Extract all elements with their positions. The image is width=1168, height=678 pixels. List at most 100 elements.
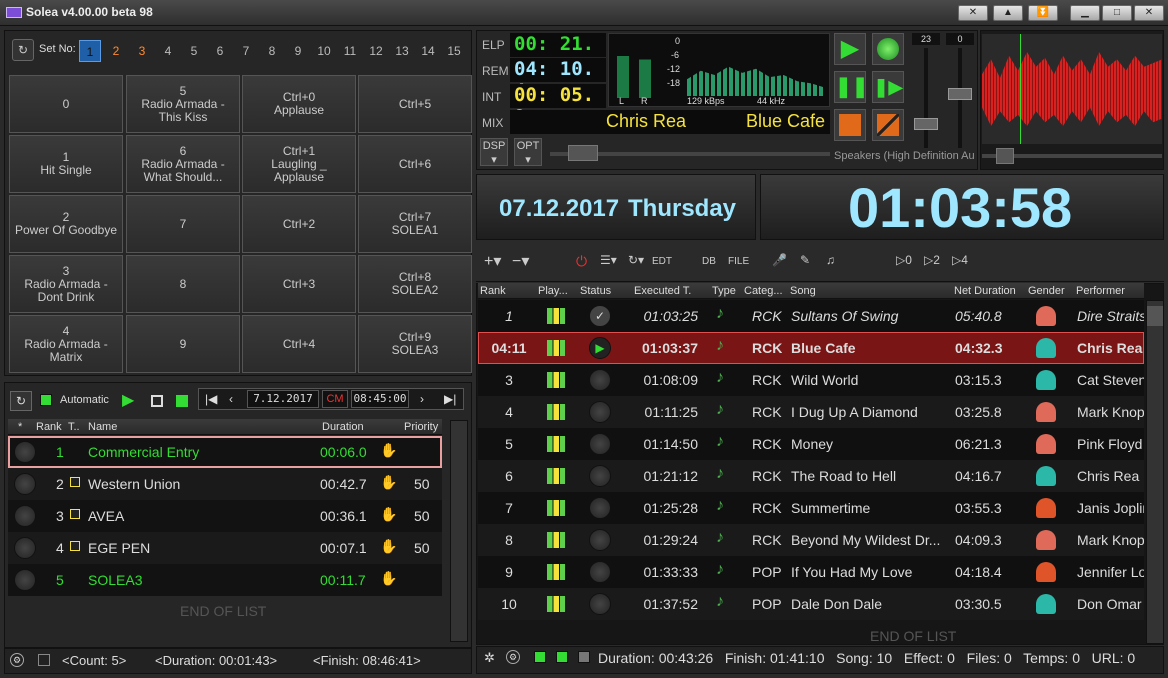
cart-cell[interactable]: 4 Radio Armada - Matrix bbox=[9, 315, 123, 373]
play-icon[interactable]: ▶ bbox=[122, 390, 134, 410]
dsp-button[interactable]: DSP ▾ bbox=[480, 138, 508, 166]
cart-cell[interactable]: 0 bbox=[9, 75, 123, 133]
pl-toggle-2[interactable] bbox=[556, 651, 568, 663]
refresh-icon[interactable]: ↻ bbox=[12, 39, 34, 61]
hand-icon[interactable]: ✋ bbox=[380, 570, 397, 587]
pen-icon[interactable]: ✎ bbox=[800, 253, 810, 273]
stop-icon[interactable] bbox=[151, 395, 163, 407]
loop-icon[interactable]: ↻▾ bbox=[628, 253, 644, 273]
cart-cell[interactable]: 6 Radio Armada - What Should... bbox=[126, 135, 240, 193]
pl-song[interactable]: I Dug Up A Diamond bbox=[791, 404, 951, 420]
set-button-9[interactable]: 9 bbox=[287, 40, 309, 62]
pl-song[interactable]: If You Had My Love bbox=[791, 564, 951, 580]
hand-icon[interactable]: ✋ bbox=[380, 442, 397, 459]
pl-song[interactable]: The Road to Hell bbox=[791, 468, 951, 484]
file-button[interactable]: FILE bbox=[728, 256, 749, 276]
list-icon[interactable]: ☰▾ bbox=[600, 253, 617, 273]
close-button[interactable]: ✕ bbox=[1134, 5, 1164, 21]
pin-icon[interactable]: ✲ bbox=[484, 650, 495, 666]
set-button-4[interactable]: 4 bbox=[157, 40, 179, 62]
add-icon[interactable]: +▾ bbox=[484, 251, 501, 271]
last-icon[interactable]: ▶| bbox=[444, 392, 456, 406]
cart-cell[interactable]: Ctrl+3 bbox=[242, 255, 356, 313]
set-button-1[interactable]: 1 bbox=[79, 40, 101, 62]
schedule-row[interactable] bbox=[8, 436, 442, 468]
cart-cell[interactable]: Ctrl+5 bbox=[358, 75, 472, 133]
opt-button[interactable]: OPT ▾ bbox=[514, 138, 542, 166]
pl-toggle-3[interactable] bbox=[578, 651, 590, 663]
cm-badge[interactable]: CM bbox=[322, 390, 348, 408]
sched-refresh-icon[interactable]: ↻ bbox=[10, 391, 32, 411]
set-button-5[interactable]: 5 bbox=[183, 40, 205, 62]
pl-song[interactable]: Beyond My Wildest Dr... bbox=[791, 532, 951, 548]
edt-button[interactable]: EDT bbox=[652, 256, 672, 276]
set-button-15[interactable]: 15 bbox=[443, 40, 465, 62]
first-icon[interactable]: |◀ bbox=[205, 392, 217, 406]
cart-cell[interactable]: Ctrl+6 bbox=[358, 135, 472, 193]
music-add-icon[interactable]: ♫ bbox=[826, 253, 835, 273]
cart-cell[interactable]: 7 bbox=[126, 195, 240, 253]
minimize-button[interactable]: ▁ bbox=[1070, 5, 1100, 21]
set-button-13[interactable]: 13 bbox=[391, 40, 413, 62]
set-button-2[interactable]: 2 bbox=[105, 40, 127, 62]
volume-handle[interactable] bbox=[996, 148, 1014, 164]
deck2-icon[interactable]: ▷2 bbox=[924, 253, 940, 273]
cart-cell[interactable]: 3 Radio Armada - Dont Drink bbox=[9, 255, 123, 313]
set-button-10[interactable]: 10 bbox=[313, 40, 335, 62]
footer-checkbox[interactable] bbox=[38, 654, 50, 666]
pl-settings-icon[interactable]: ⚙ bbox=[506, 650, 520, 664]
set-button-6[interactable]: 6 bbox=[209, 40, 231, 62]
cart-cell[interactable]: 8 bbox=[126, 255, 240, 313]
set-button-3[interactable]: 3 bbox=[131, 40, 153, 62]
maximize-button[interactable]: □ bbox=[1102, 5, 1132, 21]
cart-cell[interactable]: Ctrl+7 SOLEA1 bbox=[358, 195, 472, 253]
sched-scrollbar[interactable] bbox=[450, 420, 468, 642]
remove-icon[interactable]: −▾ bbox=[512, 251, 529, 271]
restore-layout-button[interactable]: ✕ bbox=[958, 5, 988, 21]
cart-cell[interactable]: Ctrl+1 Laugling _ Applause bbox=[242, 135, 356, 193]
set-button-8[interactable]: 8 bbox=[261, 40, 283, 62]
pl-song[interactable]: Sultans Of Swing bbox=[791, 308, 951, 324]
set-button-7[interactable]: 7 bbox=[235, 40, 257, 62]
hand-icon[interactable]: ✋ bbox=[380, 506, 397, 523]
pl-song[interactable]: Summertime bbox=[791, 500, 951, 516]
prev-icon[interactable]: ‹ bbox=[229, 392, 233, 406]
set-button-12[interactable]: 12 bbox=[365, 40, 387, 62]
automatic-toggle[interactable] bbox=[40, 394, 52, 406]
schedule-row[interactable] bbox=[8, 564, 442, 596]
deck1-icon[interactable]: ▷0 bbox=[896, 253, 912, 273]
cart-cell[interactable]: Ctrl+8 SOLEA2 bbox=[358, 255, 472, 313]
pl-song[interactable]: Dale Don Dale bbox=[791, 596, 951, 612]
playlist-scroll-thumb[interactable] bbox=[1147, 306, 1163, 326]
cart-cell[interactable]: 9 bbox=[126, 315, 240, 373]
set-button-14[interactable]: 14 bbox=[417, 40, 439, 62]
settings-icon[interactable]: ⚙ bbox=[10, 653, 24, 667]
cart-cell[interactable]: 5 Radio Armada - This Kiss bbox=[126, 75, 240, 133]
fader2-handle[interactable] bbox=[948, 88, 972, 100]
fader1-track[interactable] bbox=[924, 48, 928, 148]
next-icon[interactable]: › bbox=[420, 392, 424, 406]
cart-cell[interactable]: 2 Power Of Goodbye bbox=[9, 195, 123, 253]
stop-button[interactable] bbox=[834, 109, 866, 141]
fade-button[interactable] bbox=[872, 109, 904, 141]
playlist-scrollbar[interactable] bbox=[1146, 300, 1164, 644]
pause-button[interactable]: ❚❚ bbox=[834, 71, 869, 103]
hand-icon[interactable]: ✋ bbox=[380, 538, 397, 555]
position-handle[interactable] bbox=[568, 145, 598, 161]
next-button[interactable] bbox=[872, 33, 904, 65]
cart-cell[interactable]: Ctrl+9 SOLEA3 bbox=[358, 315, 472, 373]
sched-date[interactable]: 7.12.2017 bbox=[247, 390, 319, 408]
pl-toggle-1[interactable] bbox=[534, 651, 546, 663]
deck4-icon[interactable]: ▷4 bbox=[952, 253, 968, 273]
fader1-handle[interactable] bbox=[914, 118, 938, 130]
pl-song[interactable]: Wild World bbox=[791, 372, 951, 388]
set-button-11[interactable]: 11 bbox=[339, 40, 361, 62]
scroll-up-button[interactable]: ▲ bbox=[993, 5, 1023, 21]
mic-icon[interactable]: 🎤 bbox=[772, 253, 787, 273]
db-button[interactable]: DB bbox=[702, 256, 716, 276]
cart-cell[interactable]: Ctrl+2 bbox=[242, 195, 356, 253]
pl-song[interactable]: Money bbox=[791, 436, 951, 452]
sched-time[interactable]: 08:45:00 bbox=[351, 390, 409, 408]
cart-cell[interactable]: 1 Hit Single bbox=[9, 135, 123, 193]
play-button[interactable]: ▶ bbox=[834, 33, 866, 65]
